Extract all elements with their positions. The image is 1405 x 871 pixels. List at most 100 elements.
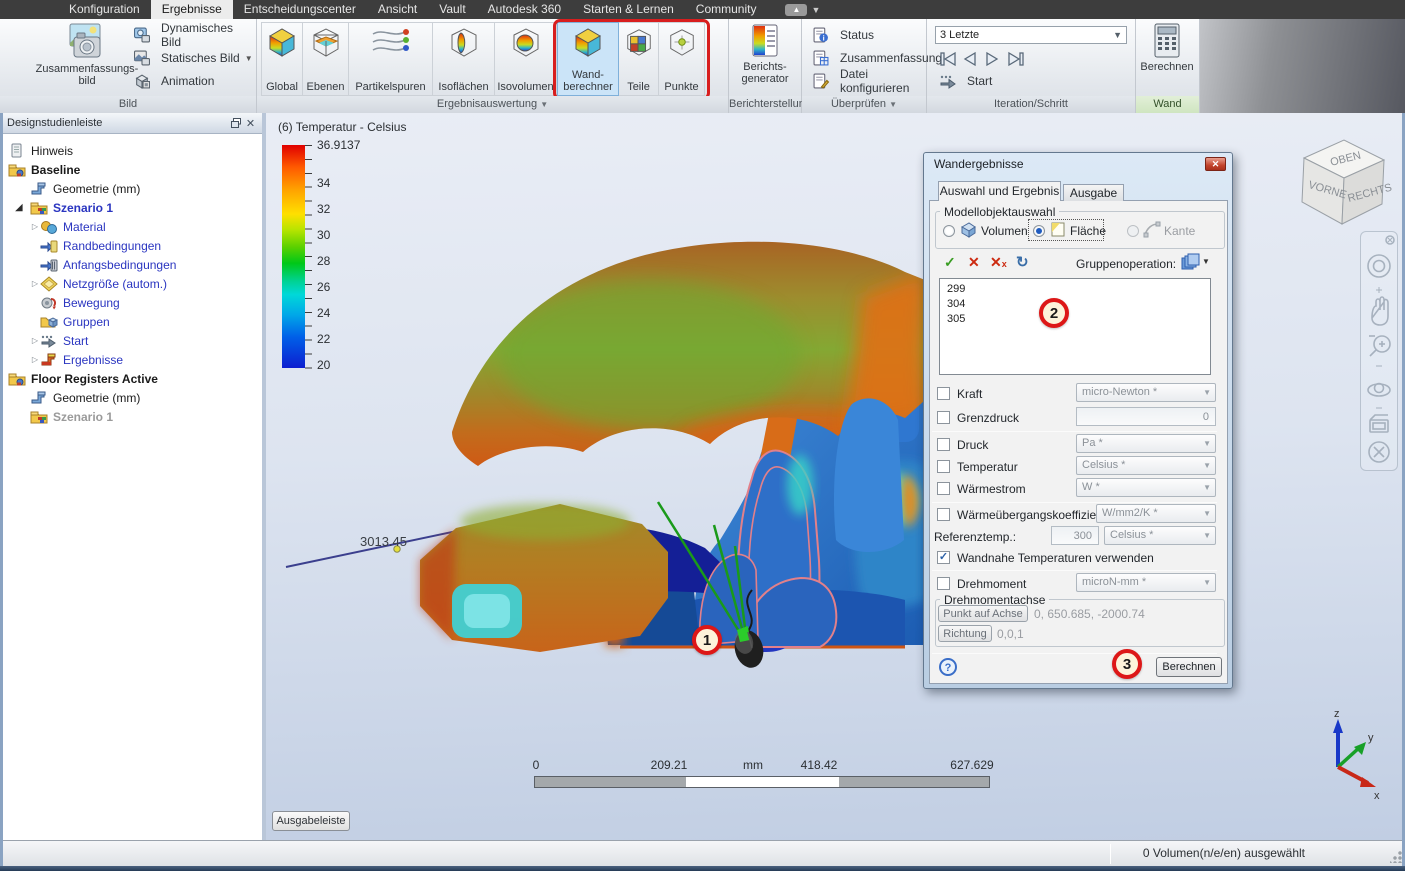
dynamisches-bild-button[interactable]: Dynamisches Bild [133,21,256,49]
teile-button[interactable]: Teile [619,22,659,96]
tree-item-floor-registers[interactable]: Floor Registers Active [0,369,262,388]
clear-all-selection-icon[interactable]: ✕x [990,254,1007,271]
center-icon[interactable] [1368,441,1390,463]
start-button[interactable]: Start [939,71,992,91]
tree-expander-collapsed[interactable]: ▷ [30,336,40,345]
close-navbar-icon[interactable] [1385,235,1395,245]
referenztemp-unit-dropdown[interactable]: Celsius * ▼ [1104,526,1216,545]
selected-seat-surfaces[interactable] [698,449,838,648]
group-label-ueberpruefen[interactable]: Überprüfen ▼ [802,96,926,113]
temperatur-checkbox[interactable] [937,460,950,473]
tree-item-netzgroesse[interactable]: ▷ Netzgröße (autom.) [0,274,262,293]
zusammenfassungsbild-button[interactable]: Zusammenfassungs- bild [36,22,138,94]
menu-starten-lernen[interactable]: Starten & Lernen [572,0,685,19]
pan-hand-icon[interactable] [1371,296,1389,326]
pin-panel-icon[interactable] [228,116,243,130]
close-panel-icon[interactable]: ✕ [243,116,258,130]
tree-expander-collapsed[interactable]: ▷ [30,222,40,231]
group-operation-icon[interactable] [1180,252,1200,272]
waermeuebergang-checkbox[interactable] [937,508,950,521]
kraft-unit-dropdown[interactable]: micro-Newton * ▼ [1076,383,1216,402]
tree-item-randbedingungen[interactable]: Randbedingungen [0,236,262,255]
list-item[interactable]: 305 [947,312,1210,327]
tree-item-bewegung[interactable]: Bewegung [0,293,262,312]
waermestrom-checkbox[interactable] [937,482,950,495]
isovolumen-button[interactable]: Isovolumen [495,22,557,96]
tree-item-baseline[interactable]: Baseline [0,160,262,179]
navigation-wheel-icon[interactable] [1367,254,1391,278]
resize-grip[interactable] [1390,851,1402,863]
tree-expander-collapsed[interactable]: ▷ [30,279,40,288]
animation-button[interactable]: Animation [133,71,214,91]
drehmoment-unit-dropdown[interactable]: microN-mm * ▼ [1076,573,1216,592]
chevron-down-icon[interactable]: ▼ [811,5,820,15]
radio-volumen[interactable] [943,225,955,237]
look-at-icon[interactable] [1369,414,1389,433]
menu-autodesk360[interactable]: Autodesk 360 [477,0,572,19]
isoflaechen-button[interactable]: Isoflächen [433,22,495,96]
tree-item-geometrie-baseline[interactable]: Geometrie (mm) [0,179,262,198]
waermeuebergang-unit-dropdown[interactable]: W/mm2/K * ▼ [1096,504,1216,523]
panel-toggle-icon[interactable]: ▲ [785,3,808,16]
radio-volumen-label[interactable]: Volumen [981,224,1028,238]
list-item[interactable]: 304 [947,297,1210,312]
druck-checkbox[interactable] [937,438,950,451]
menu-entscheidungscenter[interactable]: Entscheidungscenter [233,0,367,19]
view-cube[interactable]: OBEN VORNE RECHTS [1286,128,1396,233]
ebenen-button[interactable]: Ebenen [303,22,349,96]
tree-item-anfangsbedingungen[interactable]: Anfangsbedingungen [0,255,262,274]
waermestrom-unit-dropdown[interactable]: W * ▼ [1076,478,1216,497]
tree-item-szenario1-floor[interactable]: Szenario 1 [0,407,262,426]
tree-item-material[interactable]: ▷ Material [0,217,262,236]
druck-unit-dropdown[interactable]: Pa * ▼ [1076,434,1216,453]
iteration-dropdown[interactable]: 3 Letzte ▼ [935,26,1127,44]
wandnahe-checkbox[interactable]: ✓ [937,551,950,564]
output-bar-button[interactable]: Ausgabeleiste [272,811,350,831]
group-label-ergebnisauswertung[interactable]: Ergebnisauswertung ▼ [257,96,728,113]
berichtsgenerator-button[interactable]: Berichts- generator [726,22,804,94]
punkt-auf-achse-button[interactable]: Punkt auf Achse [938,605,1028,622]
partikelspuren-button[interactable]: Partikelspuren [349,22,433,96]
tab-ausgabe[interactable]: Ausgabe [1063,184,1124,201]
tree-item-geometrie-floor[interactable]: Geometrie (mm) [0,388,262,407]
tab-auswahl-und-ergebnis[interactable]: Auswahl und Ergebnis [938,181,1061,201]
wandergebnisse-dialog[interactable]: Wandergebnisse ✕ Auswahl und Ergebnis Au… [923,152,1233,689]
tree-expander-expanded[interactable]: ◢ [14,202,24,213]
menu-community[interactable]: Community [685,0,768,19]
help-icon[interactable]: ? [939,658,957,676]
remove-selection-icon[interactable]: ✕ [968,254,980,271]
accept-selection-icon[interactable]: ✓ [944,254,956,271]
radio-kante[interactable] [1127,225,1139,237]
grenzdruck-checkbox[interactable] [937,411,950,424]
berechnen-button[interactable]: Berechnen [1156,657,1222,677]
tree-expander-collapsed[interactable]: ▷ [30,355,40,364]
tree-item-gruppen[interactable]: Gruppen [0,312,262,331]
tree-item-start[interactable]: ▷ Start [0,331,262,350]
zusammenfassung-button[interactable]: Zusammenfassung [812,48,942,68]
datei-konfigurieren-button[interactable]: Datei konfigurieren [812,67,926,95]
tree-item-szenario1[interactable]: ◢ Szenario 1 [0,198,262,217]
orbit-icon[interactable] [1367,382,1391,397]
menu-ergebnisse[interactable]: Ergebnisse [150,0,233,19]
list-item[interactable]: 299 [947,282,1210,297]
selected-surfaces-list[interactable]: 299 304 305 [939,278,1211,375]
menu-vault[interactable]: Vault [428,0,476,19]
wandberechner-button[interactable]: Wand- berechner [557,22,619,96]
refresh-selection-icon[interactable]: ↻ [1016,253,1029,271]
drehmoment-checkbox[interactable] [937,577,950,590]
menu-konfiguration[interactable]: Konfiguration [58,0,151,19]
wheel-dropdown-icon[interactable] [1376,287,1382,293]
radio-flaeche[interactable] [1033,225,1045,237]
grenzdruck-input[interactable]: 0 [1076,407,1216,426]
statisches-bild-button[interactable]: Statisches Bild ▼ [133,48,253,68]
kraft-checkbox[interactable] [937,387,950,400]
tree-item-ergebnisse[interactable]: ▷ Ergebnisse [0,350,262,369]
status-button[interactable]: i Status [812,25,874,45]
zoom-icon[interactable] [1369,335,1391,357]
temperatur-unit-dropdown[interactable]: Celsius * ▼ [1076,456,1216,475]
menu-ansicht[interactable]: Ansicht [367,0,428,19]
3d-viewport[interactable]: 3013.45 (6) Temperatur - Celsius 36.9137… [266,113,1405,840]
car-model[interactable] [420,241,940,652]
radio-flaeche-label[interactable]: Fläche [1070,224,1106,238]
dialog-close-icon[interactable]: ✕ [1205,157,1226,171]
